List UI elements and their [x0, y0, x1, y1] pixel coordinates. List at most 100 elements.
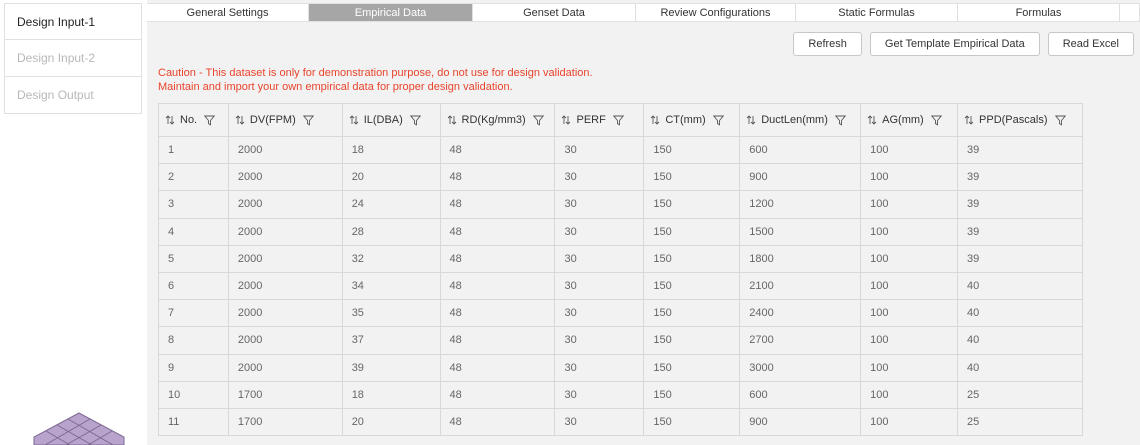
sort-arrows-icon[interactable] [650, 115, 660, 125]
table-row[interactable]: 5 2000 32 48 30 150 1800 100 39 [158, 244, 1083, 273]
table-cell: 100 [860, 299, 959, 328]
sidebar-item-design-output[interactable]: Design Output [4, 77, 142, 114]
column-header-label: AG(mm) [882, 114, 924, 126]
caution-line-1: Caution - This dataset is only for demon… [158, 67, 593, 79]
column-header-rd-kg-mm3[interactable]: RD(Kg/mm3) [439, 103, 556, 137]
table-row[interactable]: 6 2000 34 48 30 150 2100 100 40 [158, 271, 1083, 301]
table-cell: 600 [739, 380, 862, 409]
column-header-no[interactable]: No. [158, 103, 229, 137]
tab-label: Formulas [1015, 6, 1062, 19]
sidebar-item-label: Design Input-2 [17, 51, 96, 65]
table-row[interactable]: 8 2000 37 48 30 150 2700 100 40 [158, 326, 1083, 355]
column-header-content: RD(Kg/mm3) [447, 114, 549, 126]
filter-funnel-icon[interactable] [302, 115, 314, 126]
column-header-perf[interactable]: PERF [554, 103, 645, 137]
filter-funnel-icon[interactable] [612, 115, 624, 126]
table-cell: 30 [554, 217, 645, 246]
read-excel-button[interactable]: Read Excel [1047, 32, 1134, 56]
column-header-content: DuctLen(mm) [746, 114, 854, 126]
column-header-ppd-pascals[interactable]: PPD(Pascals) [957, 103, 1083, 137]
tab-review-configurations[interactable]: Review Configurations [636, 4, 796, 21]
column-header-content: DV(FPM) [235, 114, 336, 126]
table-row[interactable]: 11 1700 20 48 30 150 900 100 25 [158, 407, 1083, 437]
table-row[interactable]: 9 2000 39 48 30 150 3000 100 40 [158, 353, 1083, 382]
sort-arrows-icon[interactable] [349, 115, 359, 125]
filter-funnel-icon[interactable] [930, 115, 942, 126]
table-cell: 40 [957, 299, 1083, 328]
toolbar: Refresh Get Template Empirical Data Read… [793, 32, 1134, 56]
table-cell: 1500 [739, 217, 862, 246]
table-cell: 150 [643, 380, 741, 409]
refresh-button[interactable]: Refresh [793, 32, 862, 56]
tab-genset-data[interactable]: Genset Data [473, 4, 636, 21]
table-cell: 150 [643, 299, 741, 328]
table-cell: 2000 [227, 217, 343, 246]
table-cell: 150 [643, 244, 741, 273]
table-cell: 2000 [227, 135, 343, 165]
column-header-content: IL(DBA) [349, 114, 434, 126]
table-row[interactable]: 7 2000 35 48 30 150 2400 100 40 [158, 299, 1083, 328]
table-cell: 39 [341, 353, 441, 382]
tab-extra[interactable] [1120, 4, 1140, 21]
table-cell: 30 [554, 271, 645, 301]
column-header-ductlen-mm[interactable]: DuctLen(mm) [739, 103, 862, 137]
table-cell: 1 [158, 135, 229, 165]
table-cell: 4 [158, 217, 229, 246]
sidebar-item-design-input-1[interactable]: Design Input-1 [4, 3, 142, 40]
filter-funnel-icon[interactable] [409, 115, 421, 126]
get-template-empirical-data-button[interactable]: Get Template Empirical Data [869, 32, 1040, 56]
table-cell: 100 [860, 407, 959, 437]
table-row[interactable]: 1 2000 18 48 30 150 600 100 39 [158, 135, 1083, 165]
table-cell: 35 [341, 299, 441, 328]
table-cell: 8 [158, 326, 229, 355]
tab-general-settings[interactable]: General Settings [147, 4, 309, 21]
table-cell: 39 [957, 163, 1083, 192]
sort-arrows-icon[interactable] [746, 115, 756, 125]
table-cell: 30 [554, 190, 645, 219]
filter-funnel-icon[interactable] [204, 115, 216, 126]
table-cell: 150 [643, 353, 741, 382]
tab-formulas[interactable]: Formulas [958, 4, 1120, 21]
filter-funnel-icon[interactable] [712, 115, 724, 126]
column-header-ct-mm[interactable]: CT(mm) [643, 103, 741, 137]
filter-funnel-icon[interactable] [532, 115, 544, 126]
table-cell: 2000 [227, 326, 343, 355]
table-row[interactable]: 2 2000 20 48 30 150 900 100 39 [158, 163, 1083, 192]
table-cell: 3000 [739, 353, 862, 382]
filter-funnel-icon[interactable] [1054, 115, 1066, 126]
table-row[interactable]: 4 2000 28 48 30 150 1500 100 39 [158, 217, 1083, 246]
tab-empirical-data[interactable]: Empirical Data [309, 4, 473, 21]
tab-static-formulas[interactable]: Static Formulas [796, 4, 958, 21]
table-cell: 900 [739, 407, 862, 437]
table-cell: 100 [860, 271, 959, 301]
sidebar-item-design-input-2[interactable]: Design Input-2 [4, 40, 142, 77]
table-cell: 30 [554, 326, 645, 355]
column-header-label: PPD(Pascals) [979, 114, 1048, 126]
sort-arrows-icon[interactable] [447, 115, 457, 125]
tab-label: Static Formulas [838, 6, 915, 19]
table-cell: 25 [957, 407, 1083, 437]
column-header-dv-fpm[interactable]: DV(FPM) [227, 103, 343, 137]
table-row[interactable]: 3 2000 24 48 30 150 1200 100 39 [158, 190, 1083, 219]
column-header-ag-mm[interactable]: AG(mm) [860, 103, 959, 137]
column-header-il-dba[interactable]: IL(DBA) [341, 103, 441, 137]
table-cell: 20 [341, 163, 441, 192]
sort-arrows-icon[interactable] [867, 115, 877, 125]
table-row[interactable]: 10 1700 18 48 30 150 600 100 25 [158, 380, 1083, 409]
caution-line-2: Maintain and import your own empirical d… [158, 81, 513, 93]
table-cell: 48 [439, 135, 556, 165]
sort-arrows-icon[interactable] [235, 115, 245, 125]
table-cell: 48 [439, 271, 556, 301]
table-cell: 48 [439, 299, 556, 328]
table-cell: 9 [158, 353, 229, 382]
table-cell: 48 [439, 407, 556, 437]
table-cell: 2100 [739, 271, 862, 301]
table-cell: 39 [957, 244, 1083, 273]
sort-arrows-icon[interactable] [964, 115, 974, 125]
table-cell: 30 [554, 353, 645, 382]
filter-funnel-icon[interactable] [834, 115, 846, 126]
table-cell: 40 [957, 353, 1083, 382]
sort-arrows-icon[interactable] [165, 115, 175, 125]
sort-arrows-icon[interactable] [561, 115, 571, 125]
table-cell: 28 [341, 217, 441, 246]
